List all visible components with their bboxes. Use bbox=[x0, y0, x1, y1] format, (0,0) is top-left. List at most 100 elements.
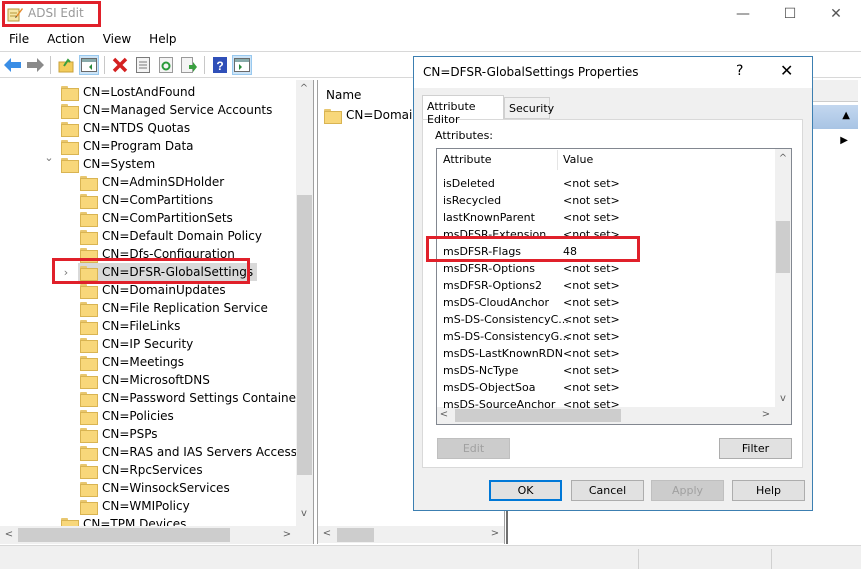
attribute-row[interactable]: msDS-SourceAnchor <not set> bbox=[437, 396, 775, 413]
menu-help[interactable]: Help bbox=[140, 30, 185, 50]
dialog-help-icon[interactable]: ? bbox=[736, 63, 743, 79]
status-separator bbox=[638, 549, 639, 569]
column-divider[interactable] bbox=[557, 150, 558, 170]
help-button-dialog[interactable]: Help bbox=[732, 480, 805, 501]
tree-item[interactable]: CN=Policies bbox=[80, 407, 174, 425]
scroll-right-icon[interactable]: > bbox=[280, 529, 294, 540]
list-horizontal-scrollbar[interactable]: < > bbox=[318, 526, 504, 543]
column-header-name[interactable]: Name bbox=[326, 88, 361, 102]
tree-item[interactable]: CN=Meetings bbox=[80, 353, 184, 371]
attribute-row[interactable]: mS-DS-ConsistencyG... <not set> bbox=[437, 328, 775, 345]
export-list-button[interactable] bbox=[179, 55, 199, 75]
cancel-button[interactable]: Cancel bbox=[571, 480, 644, 501]
tree-item[interactable]: CN=Password Settings Container bbox=[80, 389, 301, 407]
show-hide-console-tree-button[interactable] bbox=[79, 55, 99, 75]
attributes-list: Attribute Value ^ v < > isDeleted <not se… bbox=[436, 148, 792, 425]
tree-item-label: CN=PSPs bbox=[102, 427, 158, 441]
forward-button[interactable] bbox=[25, 55, 45, 75]
tree-item[interactable]: CN=WinsockServices bbox=[80, 479, 230, 497]
minimize-button[interactable]: — bbox=[720, 2, 766, 26]
tree-item[interactable]: CN=Program Data bbox=[61, 137, 194, 155]
dialog-close-icon[interactable]: ✕ bbox=[780, 61, 793, 80]
delete-button[interactable] bbox=[110, 55, 130, 75]
menu-file[interactable]: File bbox=[0, 30, 38, 50]
scroll-left-icon[interactable]: < bbox=[320, 528, 334, 539]
tree-item[interactable]: CN=Managed Service Accounts bbox=[61, 101, 272, 119]
refresh-button[interactable] bbox=[156, 55, 176, 75]
collapse-up-icon[interactable]: ▲ bbox=[842, 110, 850, 121]
column-header-attribute[interactable]: Attribute bbox=[443, 153, 492, 166]
menu-action[interactable]: Action bbox=[38, 30, 94, 50]
tree-item[interactable]: CN=ComPartitionSets bbox=[80, 209, 233, 227]
tree-item-label: CN=Managed Service Accounts bbox=[83, 103, 273, 117]
back-button[interactable] bbox=[3, 55, 23, 75]
scroll-down-icon[interactable]: v bbox=[776, 393, 790, 404]
submenu-arrow-icon[interactable]: ▶ bbox=[840, 135, 848, 146]
attributes-vertical-scrollbar[interactable]: ^ v bbox=[775, 149, 791, 407]
attribute-value: <not set> bbox=[563, 347, 620, 360]
show-hide-action-pane-button[interactable] bbox=[232, 55, 252, 75]
tree-item[interactable]: CN=LostAndFound bbox=[61, 83, 195, 101]
adsi-edit-window: ADSI Edit — ☐ ✕ File Action View Help ? … bbox=[0, 0, 861, 569]
attribute-row[interactable]: msDFSR-Options2 <not set> bbox=[437, 277, 775, 294]
tree-item[interactable]: CN=FileLinks bbox=[80, 317, 180, 335]
scroll-up-icon[interactable]: ^ bbox=[297, 83, 311, 94]
tab-security[interactable]: Security bbox=[504, 97, 554, 119]
tree-vertical-scrollbar[interactable]: ^ v bbox=[296, 80, 313, 526]
filter-button[interactable]: Filter bbox=[719, 438, 792, 459]
attribute-row[interactable]: isDeleted <not set> bbox=[437, 175, 775, 192]
tree-item[interactable]: ⌄ CN=System bbox=[44, 151, 156, 173]
tree-item-label: CN=System bbox=[83, 157, 156, 171]
apply-button[interactable]: Apply bbox=[651, 480, 724, 501]
tree-item[interactable]: CN=Default Domain Policy bbox=[80, 227, 262, 245]
tree-item[interactable]: CN=MicrosoftDNS bbox=[80, 371, 210, 389]
tree-item-label: CN=Policies bbox=[102, 409, 174, 423]
attribute-row[interactable]: lastKnownParent <not set> bbox=[437, 209, 775, 226]
attribute-value: <not set> bbox=[563, 211, 620, 224]
tree-item-label: CN=Default Domain Policy bbox=[102, 229, 262, 243]
tree-item-label: CN=NTDS Quotas bbox=[83, 121, 191, 135]
attribute-value: <not set> bbox=[563, 262, 620, 275]
up-folder-button[interactable] bbox=[56, 55, 76, 75]
ok-button[interactable]: OK bbox=[489, 480, 562, 501]
scroll-down-icon[interactable]: v bbox=[297, 508, 311, 519]
attribute-value: <not set> bbox=[563, 279, 620, 292]
tree-item[interactable]: CN=RAS and IAS Servers Access Che bbox=[80, 443, 314, 461]
tree-item-label: CN=AdminSDHolder bbox=[102, 175, 225, 189]
maximize-button[interactable]: ☐ bbox=[767, 2, 813, 26]
scrollbar-thumb[interactable] bbox=[337, 528, 374, 542]
attribute-row[interactable]: msDS-ObjectSoa <not set> bbox=[437, 379, 775, 396]
tree-item[interactable]: CN=NTDS Quotas bbox=[61, 119, 190, 137]
tree-item-label: CN=RAS and IAS Servers Access Che bbox=[102, 445, 314, 459]
properties-button[interactable] bbox=[133, 55, 153, 75]
attribute-row[interactable]: msDS-LastKnownRDN <not set> bbox=[437, 345, 775, 362]
attribute-row[interactable]: msDFSR-Options <not set> bbox=[437, 260, 775, 277]
scroll-left-icon[interactable]: < bbox=[2, 529, 16, 540]
scrollbar-thumb[interactable] bbox=[18, 528, 230, 542]
toolbar-separator bbox=[50, 56, 51, 74]
tree-item[interactable]: CN=PSPs bbox=[80, 425, 158, 443]
attribute-row[interactable]: msDS-CloudAnchor <not set> bbox=[437, 294, 775, 311]
scrollbar-thumb[interactable] bbox=[297, 195, 312, 475]
scroll-right-icon[interactable]: > bbox=[488, 528, 502, 539]
annotation-highlight-title bbox=[2, 1, 101, 27]
chevron-down-icon[interactable]: ⌄ bbox=[44, 151, 54, 164]
tree-item[interactable]: CN=IP Security bbox=[80, 335, 193, 353]
help-button[interactable]: ? bbox=[210, 55, 230, 75]
edit-button[interactable]: Edit bbox=[437, 438, 510, 459]
tree-item[interactable]: CN=ComPartitions bbox=[80, 191, 213, 209]
tree-item[interactable]: CN=AdminSDHolder bbox=[80, 173, 224, 191]
attribute-row[interactable]: isRecycled <not set> bbox=[437, 192, 775, 209]
attribute-row[interactable]: msDS-NcType <not set> bbox=[437, 362, 775, 379]
tree-horizontal-scrollbar[interactable]: < > bbox=[0, 526, 313, 544]
column-header-value[interactable]: Value bbox=[563, 153, 593, 166]
attribute-row[interactable]: mS-DS-ConsistencyC... <not set> bbox=[437, 311, 775, 328]
tree-item[interactable]: CN=RpcServices bbox=[80, 461, 203, 479]
menu-view[interactable]: View bbox=[94, 30, 140, 50]
scroll-up-icon[interactable]: ^ bbox=[776, 153, 790, 164]
tree-item[interactable]: CN=WMIPolicy bbox=[80, 497, 190, 515]
tab-attribute-editor[interactable]: Attribute Editor bbox=[422, 95, 504, 126]
scrollbar-thumb[interactable] bbox=[776, 221, 790, 273]
tree-item[interactable]: CN=File Replication Service bbox=[80, 299, 268, 317]
close-button[interactable]: ✕ bbox=[813, 2, 859, 26]
